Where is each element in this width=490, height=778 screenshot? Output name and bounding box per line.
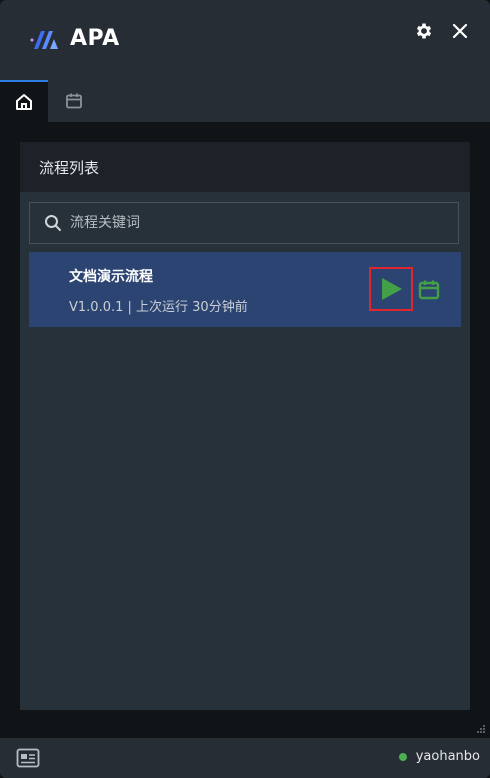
close-button[interactable] <box>447 18 473 44</box>
calendar-icon <box>418 280 440 300</box>
tab-bar <box>0 80 490 122</box>
search-icon <box>44 214 62 232</box>
gear-icon <box>416 23 432 39</box>
schedule-button[interactable] <box>417 278 441 302</box>
process-list-panel: 流程列表 文档演示流程 V1.0.0.1 | 上次运行 30分钟前 <box>20 142 470 710</box>
run-button[interactable] <box>369 267 413 311</box>
panel-title: 流程列表 <box>20 142 470 192</box>
home-icon <box>16 94 32 110</box>
online-status-dot <box>398 752 407 761</box>
app-name: APA <box>70 26 120 51</box>
resize-grip-icon[interactable] <box>476 724 486 734</box>
user-status: yaohanbo <box>398 749 480 764</box>
tab-home[interactable] <box>0 80 48 122</box>
settings-button[interactable] <box>411 18 437 44</box>
tab-schedule[interactable] <box>50 80 98 122</box>
app-logo: APA <box>28 26 120 51</box>
close-icon <box>452 23 468 39</box>
username: yaohanbo <box>415 749 480 764</box>
apa-logo-icon <box>30 30 58 49</box>
id-card-icon[interactable] <box>16 748 40 768</box>
process-name: 文档演示流程 <box>69 269 153 285</box>
search-box <box>29 202 459 244</box>
process-meta: V1.0.0.1 | 上次运行 30分钟前 <box>69 300 248 315</box>
status-bar: yaohanbo <box>0 738 490 778</box>
title-bar: APA <box>0 0 490 80</box>
app-window: APA 流程列表 流程关键词 文档演示流程 V1.0.0.1 | 上次运行 30… <box>0 0 490 778</box>
calendar-icon <box>66 93 82 109</box>
list-item[interactable]: 文档演示流程 V1.0.0.1 | 上次运行 30分钟前 <box>29 252 461 327</box>
play-icon <box>382 278 402 300</box>
search-input[interactable] <box>62 203 458 243</box>
